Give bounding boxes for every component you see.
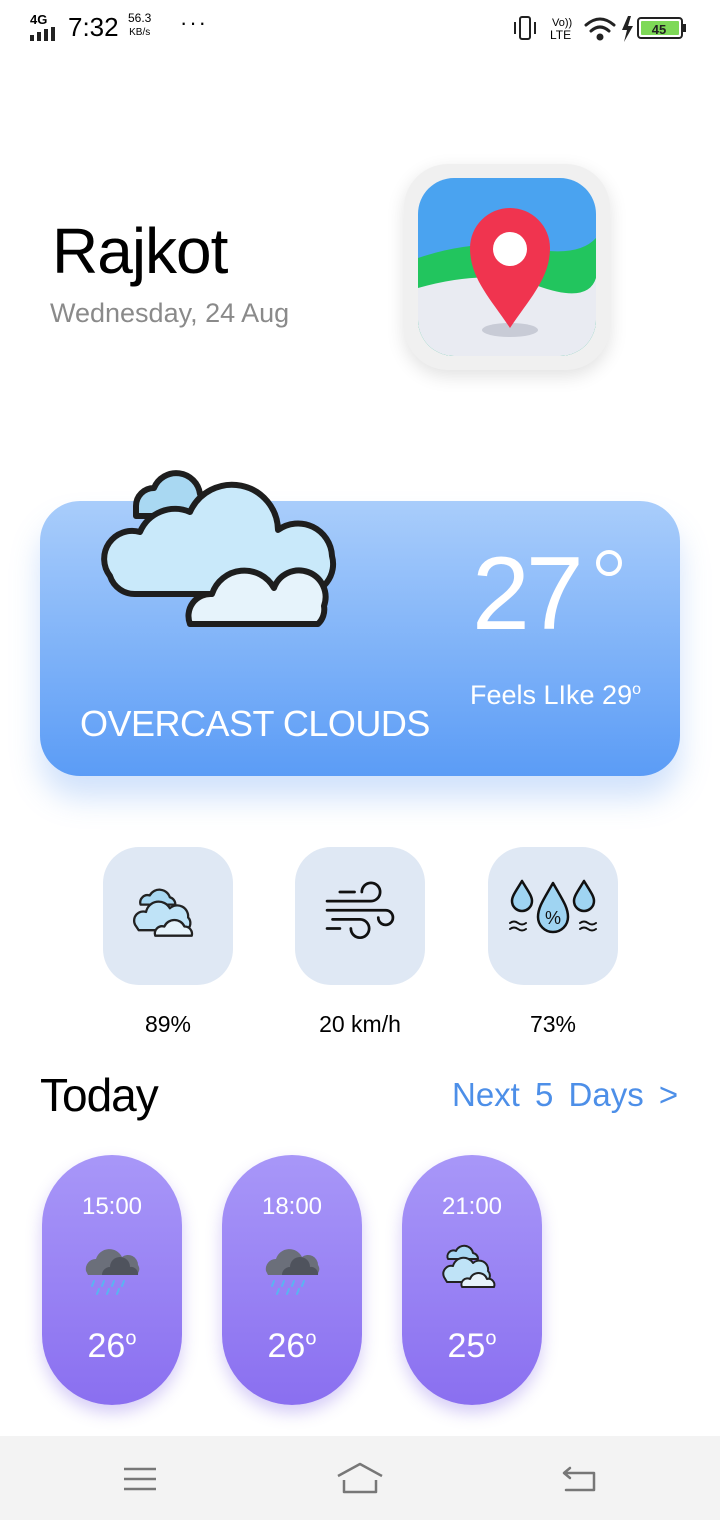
network-type: 4G bbox=[30, 12, 48, 27]
cloudiness-value: 89% bbox=[144, 1011, 192, 1037]
current-temperature: 27 bbox=[472, 536, 584, 652]
network-speed: 56.3 KB/s bbox=[128, 12, 151, 39]
clouds-icon bbox=[132, 888, 194, 937]
forecast-temp-value: 25 bbox=[447, 1327, 486, 1365]
forecast-time: 18:00 bbox=[261, 1193, 323, 1220]
today-heading: Today bbox=[40, 1069, 159, 1121]
hourly-forecast-card[interactable]: 21:00 25o bbox=[402, 1155, 542, 1405]
forecast-temperature: 26o bbox=[87, 1327, 137, 1365]
vibrate-icon bbox=[514, 16, 536, 40]
signal-icon bbox=[30, 27, 55, 41]
forecast-time: 15:00 bbox=[81, 1193, 143, 1220]
wind-speed-value: 20 km/h bbox=[319, 1011, 401, 1037]
clock: 7:32 bbox=[68, 12, 119, 42]
menu-icon[interactable] bbox=[120, 1464, 160, 1494]
weather-condition: OVERCAST CLOUDS bbox=[80, 703, 430, 744]
back-icon[interactable] bbox=[560, 1464, 600, 1494]
forecast-time: 21:00 bbox=[441, 1193, 503, 1220]
forecast-temperature: 26o bbox=[267, 1327, 317, 1365]
forecast-temp-value: 26 bbox=[267, 1327, 306, 1365]
map-pin-icon bbox=[418, 178, 596, 356]
clouds-icon bbox=[442, 1244, 496, 1288]
svg-text:%: % bbox=[545, 908, 561, 928]
wifi-icon bbox=[584, 17, 616, 41]
humidity-tile: % bbox=[488, 847, 618, 985]
degree-icon bbox=[596, 550, 622, 576]
current-date: Wednesday, 24 Aug bbox=[50, 298, 290, 328]
status-bar: 4G 7:32 56.3 KB/s ··· Vo)) LTE 45 bbox=[0, 0, 720, 56]
system-navigation-bar bbox=[0, 1436, 720, 1520]
location-button[interactable] bbox=[404, 164, 610, 370]
speed-unit: KB/s bbox=[129, 27, 151, 38]
lte-label: LTE bbox=[550, 28, 571, 42]
rain-cloud-icon bbox=[85, 1249, 140, 1295]
home-icon[interactable] bbox=[335, 1460, 385, 1496]
forecast-temp-value: 26 bbox=[87, 1327, 126, 1365]
more-notifications-icon: ··· bbox=[180, 10, 208, 35]
hourly-forecast-card[interactable]: 18:00 26o bbox=[222, 1155, 362, 1405]
battery-icon: 45 bbox=[637, 17, 686, 39]
city-name: Rajkot bbox=[52, 215, 228, 287]
charging-icon bbox=[622, 16, 633, 42]
battery-level: 45 bbox=[652, 22, 666, 37]
hourly-forecast-card[interactable]: 15:00 26o bbox=[42, 1155, 182, 1405]
wind-tile bbox=[295, 847, 425, 985]
feels-like: Feels LIke 29o bbox=[470, 680, 641, 710]
feels-like-value: Feels LIke 29 bbox=[470, 680, 633, 710]
humidity-value: 73% bbox=[529, 1011, 577, 1037]
rain-cloud-icon bbox=[265, 1249, 320, 1295]
speed-value: 56.3 bbox=[128, 11, 152, 25]
forecast-temperature: 25o bbox=[447, 1327, 497, 1365]
cloudiness-tile bbox=[103, 847, 233, 985]
humidity-icon: % bbox=[509, 879, 597, 934]
status-icons: Vo)) LTE 45 bbox=[514, 16, 686, 42]
wind-icon bbox=[325, 881, 395, 940]
next-5-days-link[interactable]: Next 5 Days > bbox=[452, 1076, 678, 1114]
overcast-clouds-icon bbox=[101, 470, 337, 627]
